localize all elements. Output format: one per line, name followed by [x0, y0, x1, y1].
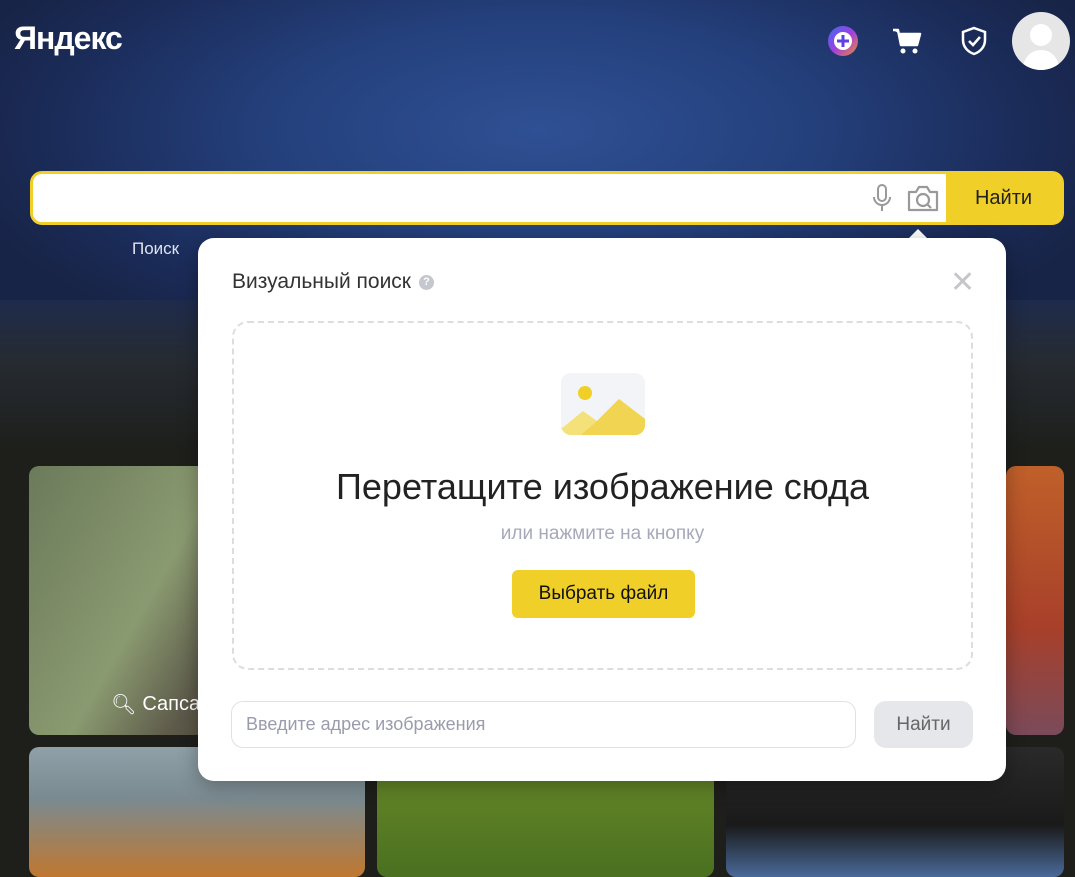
drop-zone[interactable]: Перетащите изображение сюда или нажмите …: [232, 321, 973, 670]
popup-title: Визуальный поиск ?: [232, 270, 434, 294]
cart-icon[interactable]: [890, 24, 924, 58]
plus-icon[interactable]: [826, 24, 860, 58]
search-icon: 🔍︎: [111, 694, 137, 716]
image-placeholder-icon: [561, 373, 645, 444]
drop-title: Перетащите изображение сюда: [336, 466, 869, 507]
close-icon[interactable]: ✕: [950, 268, 975, 298]
search-bar: Найти: [30, 171, 1064, 225]
tile-caption: 🔍︎ Сапса: [111, 693, 201, 716]
image-url-input[interactable]: [231, 701, 856, 748]
choose-file-button[interactable]: Выбрать файл: [512, 570, 695, 618]
drop-subtitle: или нажмите на кнопку: [500, 523, 705, 544]
microphone-icon[interactable]: [864, 174, 900, 222]
popup-title-text: Визуальный поиск: [232, 270, 411, 293]
shield-icon[interactable]: [957, 24, 991, 58]
avatar[interactable]: [1012, 12, 1070, 70]
search-tab-link[interactable]: Поиск: [132, 239, 179, 259]
help-icon[interactable]: ?: [419, 274, 434, 290]
search-input[interactable]: [33, 174, 864, 222]
search-button[interactable]: Найти: [946, 174, 1061, 222]
url-search-button[interactable]: Найти: [874, 701, 973, 748]
yandex-logo[interactable]: Яндекс: [14, 20, 123, 57]
visual-search-popup: Визуальный поиск ? ✕ Перетащите изображе…: [198, 238, 1006, 781]
camera-icon[interactable]: [900, 174, 946, 222]
image-tile-rock[interactable]: [1006, 466, 1064, 735]
